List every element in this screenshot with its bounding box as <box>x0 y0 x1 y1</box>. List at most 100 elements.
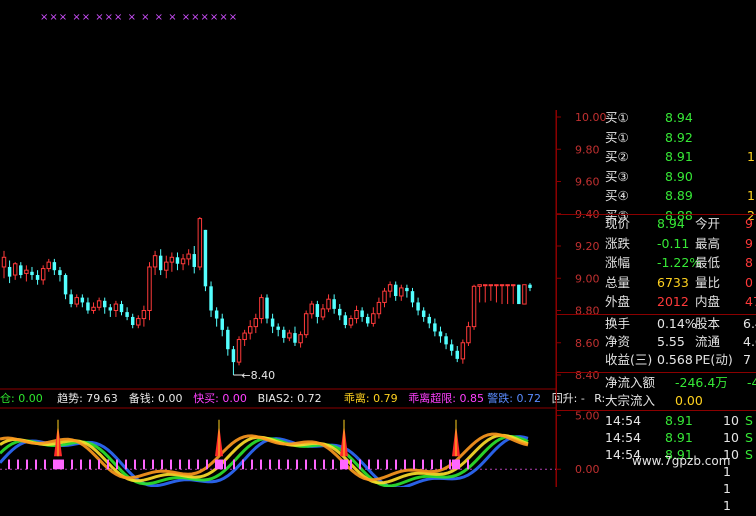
candle-body <box>510 284 516 287</box>
bid-volume: 1 <box>747 149 755 164</box>
indicator-pink-block <box>340 459 348 470</box>
indicator-pink-bar <box>206 459 208 470</box>
fin-label: PE(动) <box>695 352 733 367</box>
fin-label: 流通 <box>695 334 721 349</box>
indicator-pink-bar <box>152 459 154 470</box>
candle-body <box>236 339 242 363</box>
candle-body <box>46 261 52 270</box>
candle-body <box>7 266 12 277</box>
candle-body <box>24 269 29 274</box>
indicator-pink-bar <box>44 459 46 470</box>
flow-extra: -4 <box>747 375 756 390</box>
fin-value: 0.568 <box>657 352 693 367</box>
stat-label: 最高 <box>695 235 721 251</box>
candle-body <box>226 329 230 350</box>
fin-row: 净资 5.55 流通 4.69 <box>557 332 756 352</box>
stat-value: 9 <box>745 216 753 231</box>
candle-body <box>63 275 68 295</box>
candle-body <box>12 263 18 276</box>
indicator-pink-bar <box>80 459 82 470</box>
indicator-pink-bar <box>188 459 190 470</box>
flow-value: -246.4万 <box>675 375 728 390</box>
candle-body <box>449 344 454 351</box>
indicator-pink-bar <box>224 459 226 470</box>
stat-value: 8.94 <box>657 216 685 231</box>
indicator-bar-item: 备钱: 0.00 <box>128 392 183 405</box>
fin-label: 收益(三) <box>605 352 653 367</box>
indicator-pink-bar <box>116 459 118 470</box>
candle-body <box>58 270 62 276</box>
indicator-bar: 仓: 0.00 趋势: 79.63 备钱: 0.00 快买: 0.00 BIAS2: 0… <box>0 390 605 408</box>
candle-body <box>52 262 57 271</box>
indicator-pink-bar <box>350 459 352 470</box>
bid-price: 8.90 <box>665 168 693 184</box>
fin-row: 收益(三) 0.568 PE(动) 7 <box>557 350 756 370</box>
candle-body <box>220 318 224 330</box>
quote-stat-row: 涨幅 -1.22% 最低 8 <box>557 253 756 273</box>
candle-body <box>192 254 196 267</box>
candle-body <box>265 297 269 319</box>
stat-value: 2012 <box>657 294 689 309</box>
quote-panel: 买① 8.94 买① 8.92 买② 8.91 1 买③ 8.90 买④ 8.89 1 买⑤ 8.88 2 现… <box>556 108 756 513</box>
candle-body <box>40 268 46 281</box>
candle-body <box>360 310 364 317</box>
bid-label: 买① <box>605 129 629 145</box>
candle-body <box>382 290 387 303</box>
indicator-pink-bar <box>467 459 469 470</box>
indicator-bar-item: 乖离超限: 0.85 <box>408 392 484 405</box>
candle-body <box>108 307 113 311</box>
candle-body <box>320 308 326 318</box>
candle-body <box>130 316 135 326</box>
flow-label: 净流入额 <box>605 375 656 390</box>
flow-row: 大宗流入 0.00 <box>557 391 756 411</box>
bid-price: 8.91 <box>665 149 693 164</box>
candle-body <box>276 326 280 330</box>
candle-body <box>186 253 191 260</box>
candle-body <box>152 255 158 268</box>
stat-value: -0.11 <box>657 235 690 251</box>
candle-body <box>438 331 443 337</box>
candle-body <box>214 310 219 319</box>
candle-body <box>1 256 7 268</box>
tick-row: 1 <box>557 496 756 516</box>
candle-body <box>376 301 382 315</box>
bid-row: 买① 8.94 <box>557 108 756 128</box>
candle-body <box>332 299 336 309</box>
bid-label: 买① <box>605 110 629 125</box>
candle-body <box>466 326 471 344</box>
candle-body <box>433 323 437 332</box>
indicator-pink-bar <box>233 459 235 470</box>
indicator-pink-bar <box>359 459 361 470</box>
indicator-pink-bar <box>422 459 424 470</box>
stat-value: 8 <box>745 255 753 270</box>
candle-body <box>86 302 90 311</box>
bid-row: 买② 8.91 1 <box>557 147 756 167</box>
indicator-pink-bar <box>413 459 415 470</box>
stat-label: 内盘 <box>695 294 721 309</box>
candle-body <box>387 284 393 292</box>
fin-row: 换手 0.14%股本 6.49 <box>557 314 756 334</box>
fin-label: 净资 <box>605 334 631 349</box>
stat-label: 最低 <box>695 255 721 270</box>
candle-body <box>287 332 292 339</box>
flow-label: 大宗流入 <box>605 393 656 408</box>
flow-row: 净流入额 -246.4万 -4 <box>557 373 756 393</box>
stat-label: 涨幅 <box>605 255 631 270</box>
fin-value: 6.49 <box>743 316 756 331</box>
candle-body <box>455 350 459 359</box>
candle-body <box>427 316 432 324</box>
candle-body <box>102 300 107 308</box>
candle-body <box>197 218 203 268</box>
candle-body <box>74 297 79 305</box>
candle-body <box>35 275 40 280</box>
candle-body <box>416 302 420 311</box>
indicator-pink-bar <box>440 459 442 470</box>
candle-body <box>354 310 359 320</box>
candle-body <box>136 318 141 326</box>
candle-body <box>180 258 186 265</box>
min-marker-label: ←8.40 <box>241 369 275 382</box>
stat-value: 6733 <box>657 274 689 290</box>
indicator-bar-item: BIAS2: 0.72 <box>257 392 322 405</box>
bid-price: 8.94 <box>665 110 693 125</box>
top-signal-markers: ××× ×× ××× × × × × ×××××× <box>40 12 238 23</box>
